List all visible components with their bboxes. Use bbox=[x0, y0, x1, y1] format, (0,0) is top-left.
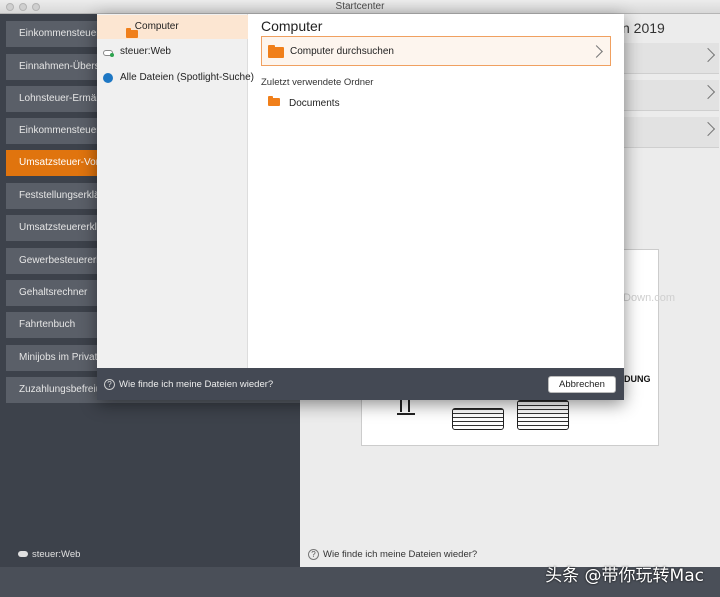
help-icon: ? bbox=[104, 379, 115, 390]
main-row[interactable] bbox=[623, 117, 719, 148]
dialog-source-label: Alle Dateien (Spotlight-Suche) bbox=[120, 72, 254, 83]
file-open-dialog: Computer steuer:Web Alle Dateien (Spotli… bbox=[97, 14, 624, 400]
dialog-help-label: Wie finde ich meine Dateien wieder? bbox=[119, 379, 274, 390]
dialog-source-label: steuer:Web bbox=[120, 46, 171, 57]
zoom-window-button[interactable] bbox=[32, 3, 40, 11]
illustration-text: DUNG bbox=[624, 374, 651, 384]
chevron-right-icon bbox=[700, 121, 716, 137]
recent-folder-item[interactable]: Documents bbox=[268, 96, 340, 109]
dialog-title: Computer bbox=[261, 18, 323, 34]
cloud-icon bbox=[103, 50, 114, 57]
dialog-sidebar: Computer steuer:Web Alle Dateien (Spotli… bbox=[97, 14, 254, 368]
dialog-main: Computer Computer durchsuchen Zuletzt ve… bbox=[248, 14, 624, 368]
spotlight-icon bbox=[103, 73, 113, 83]
chevron-right-icon bbox=[590, 45, 603, 58]
money-stack-icon bbox=[452, 408, 504, 430]
main-row[interactable] bbox=[623, 43, 719, 74]
recent-folders-heading: Zuletzt verwendete Ordner bbox=[261, 77, 374, 88]
close-window-button[interactable] bbox=[6, 3, 14, 11]
overlay-brand-text: 头条 @带你玩转Mac bbox=[545, 566, 704, 586]
computer-search-button[interactable]: Computer durchsuchen bbox=[261, 36, 611, 66]
dialog-footer: ? Wie finde ich meine Dateien wieder? Abb… bbox=[97, 368, 624, 400]
window-titlebar: Startcenter bbox=[0, 0, 720, 14]
money-stack-icon bbox=[517, 400, 569, 430]
cancel-button[interactable]: Abbrechen bbox=[548, 376, 616, 393]
figure-legs-icon bbox=[397, 398, 415, 415]
dialog-source-label: Computer bbox=[134, 21, 179, 32]
window-title: Startcenter bbox=[335, 1, 385, 12]
help-link-label: Wie finde ich meine Dateien wieder? bbox=[323, 549, 478, 560]
dialog-source-spotlight[interactable]: Alle Dateien (Spotlight-Suche) bbox=[97, 66, 254, 90]
recent-folder-label: Documents bbox=[289, 98, 340, 109]
minimize-window-button[interactable] bbox=[19, 3, 27, 11]
folder-icon bbox=[126, 28, 138, 38]
chevron-right-icon bbox=[700, 84, 716, 100]
main-row[interactable] bbox=[623, 80, 719, 111]
folder-icon bbox=[268, 96, 280, 106]
help-icon: ? bbox=[308, 549, 319, 560]
dialog-help-link[interactable]: ? Wie finde ich meine Dateien wieder? bbox=[104, 379, 273, 390]
help-link[interactable]: ? Wie finde ich meine Dateien wieder? bbox=[308, 549, 477, 560]
chevron-right-icon bbox=[700, 47, 716, 63]
cloud-icon bbox=[18, 551, 28, 557]
main-title-partial: n 2019 bbox=[622, 20, 665, 36]
steuerweb-link[interactable]: steuer:Web bbox=[18, 549, 80, 560]
steuerweb-label: steuer:Web bbox=[32, 549, 81, 560]
search-label: Computer durchsuchen bbox=[290, 46, 394, 57]
folder-icon bbox=[268, 45, 284, 58]
dialog-source-computer[interactable]: Computer bbox=[97, 15, 248, 39]
dialog-source-steuerweb[interactable]: steuer:Web bbox=[97, 40, 248, 64]
